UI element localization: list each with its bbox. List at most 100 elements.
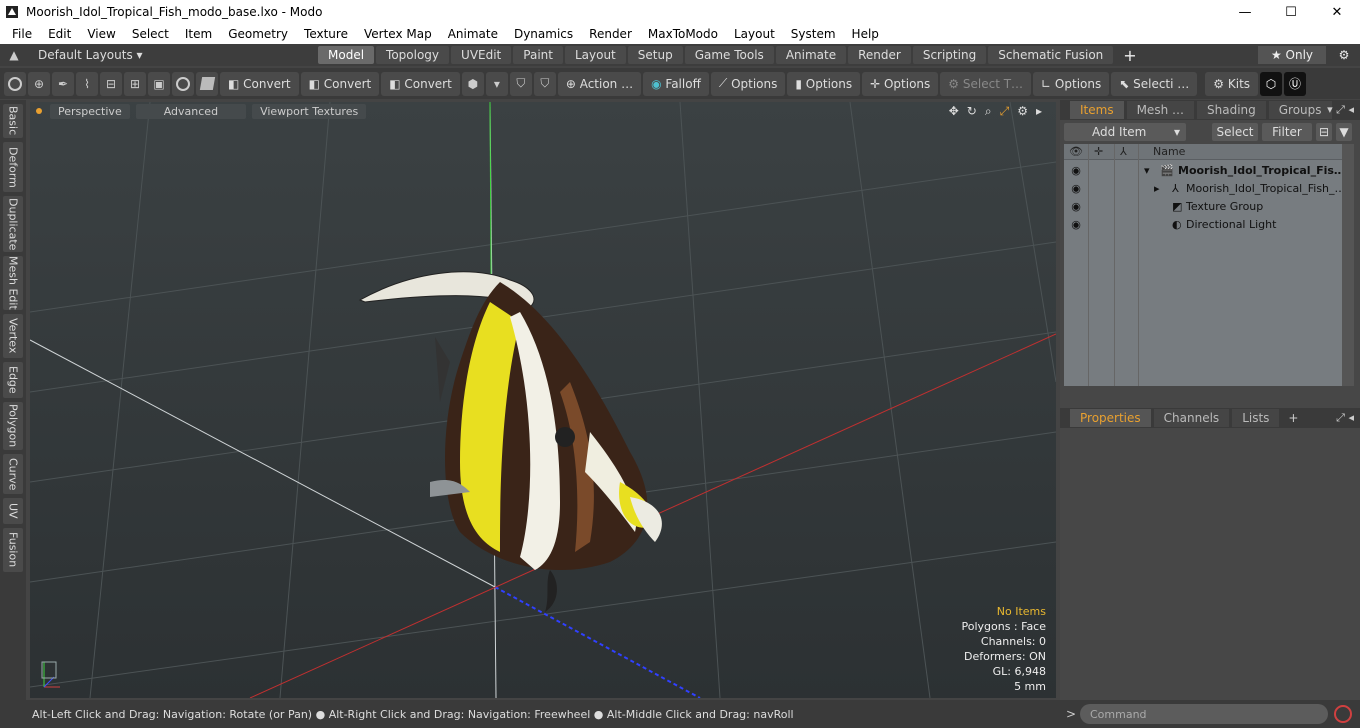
tab-paint[interactable]: Paint: [513, 46, 563, 64]
vtab-basic[interactable]: Basic: [3, 104, 23, 138]
maximize-button[interactable]: ☐: [1268, 0, 1314, 24]
item-mode-button[interactable]: [172, 71, 194, 96]
falloff-button[interactable]: ◉ Falloff: [643, 71, 709, 96]
menu-edit[interactable]: Edit: [40, 24, 79, 44]
item-row-mesh[interactable]: ◉ ▸ ⅄ Moorish_Idol_Tropical_Fish_…: [1064, 179, 1345, 197]
advanced-tab[interactable]: Advanced: [135, 103, 247, 119]
tab-lists[interactable]: Lists: [1232, 409, 1280, 427]
tab-schematic-fusion[interactable]: Schematic Fusion: [988, 46, 1114, 64]
arrow-right-icon[interactable]: ▸: [1036, 104, 1042, 119]
vtab-uv[interactable]: UV: [3, 498, 23, 524]
menu-geometry[interactable]: Geometry: [220, 24, 296, 44]
tab-model[interactable]: Model: [318, 46, 375, 64]
vtab-curve[interactable]: Curve: [3, 454, 23, 494]
material-mode-button[interactable]: ▣: [148, 71, 170, 96]
eye-icon[interactable]: ◉: [1069, 200, 1083, 213]
perspective-tab[interactable]: Perspective: [50, 103, 130, 119]
options-button-4[interactable]: ∟ Options: [1033, 71, 1110, 96]
unreal-button[interactable]: Ⓤ: [1284, 71, 1307, 96]
tab-game-tools[interactable]: Game Tools: [684, 46, 774, 64]
tab-animate[interactable]: Animate: [775, 46, 847, 64]
globe-mode-button[interactable]: ⊕: [28, 71, 50, 96]
name-column-header[interactable]: Name: [1153, 145, 1185, 158]
box-tool-button[interactable]: ⬢: [461, 71, 484, 96]
fit-icon[interactable]: ⤢: [1000, 104, 1010, 119]
pan-icon[interactable]: ✥: [949, 104, 959, 119]
zoom-icon[interactable]: ⌕: [985, 104, 992, 119]
tab-channels[interactable]: Channels: [1153, 409, 1230, 427]
menu-select[interactable]: Select: [124, 24, 177, 44]
select-t-button[interactable]: ⚙ Select T…: [940, 71, 1032, 96]
tab-scripting[interactable]: Scripting: [912, 46, 987, 64]
tab-render[interactable]: Render: [848, 46, 911, 64]
close-button[interactable]: ✕: [1314, 0, 1360, 24]
unity-button[interactable]: ⬡: [1260, 71, 1283, 96]
tab-layout[interactable]: Layout: [564, 46, 626, 64]
viewport-menu-dot[interactable]: [36, 108, 42, 114]
collapse-list-icon[interactable]: ⊟: [1316, 123, 1332, 141]
tab-items[interactable]: Items: [1070, 101, 1124, 119]
vtab-deform[interactable]: Deform: [3, 142, 23, 192]
menu-system[interactable]: System: [783, 24, 844, 44]
tab-uvedit[interactable]: UVEdit: [451, 46, 512, 64]
menu-file[interactable]: File: [4, 24, 40, 44]
eye-icon[interactable]: ◉: [1069, 164, 1083, 177]
shield-button-1[interactable]: ⛉: [509, 71, 532, 96]
viewport-gear-icon[interactable]: ⚙: [1017, 104, 1028, 119]
vtab-duplicate[interactable]: Duplicate: [3, 196, 23, 252]
pen-tool-button[interactable]: ✒: [52, 71, 74, 96]
eye-icon[interactable]: ◉: [1069, 218, 1083, 231]
polygon-mode-button[interactable]: ⊞: [124, 71, 146, 96]
menu-dynamics[interactable]: Dynamics: [506, 24, 581, 44]
vtab-mesh-edit[interactable]: Mesh Edit: [3, 256, 23, 310]
viewport-textures-tab[interactable]: Viewport Textures: [252, 103, 367, 119]
convert-button-2[interactable]: ◧ Convert: [300, 71, 380, 96]
tab-mesh[interactable]: Mesh …: [1126, 101, 1194, 119]
3d-viewport[interactable]: Perspective Advanced Viewport Textures ✥…: [30, 102, 1056, 698]
expand-icon[interactable]: ▾: [1144, 164, 1150, 177]
dropdown-button[interactable]: ▾: [485, 71, 508, 96]
menu-layout[interactable]: Layout: [726, 24, 783, 44]
panel-options-icon[interactable]: ⤢ ◂: [1336, 411, 1354, 425]
gear-icon[interactable]: ⚙: [1334, 46, 1354, 64]
default-layouts-dropdown[interactable]: Default Layouts ▾: [28, 48, 318, 62]
filter-button[interactable]: Filter: [1262, 123, 1312, 141]
panel-options-icon[interactable]: ▾ ⤢ ◂: [1327, 103, 1354, 117]
vtab-edge[interactable]: Edge: [3, 362, 23, 398]
vtab-vertex[interactable]: Vertex: [3, 314, 23, 358]
command-input[interactable]: Command: [1080, 704, 1328, 724]
menu-texture[interactable]: Texture: [296, 24, 356, 44]
menu-render[interactable]: Render: [581, 24, 640, 44]
eye-icon[interactable]: ◉: [1069, 182, 1083, 195]
record-button[interactable]: [1334, 705, 1352, 723]
rotate-icon[interactable]: ↻: [967, 104, 977, 119]
options-button-3[interactable]: ✛ Options: [862, 71, 939, 96]
item-list-scrollbar[interactable]: [1342, 144, 1354, 386]
options-button-1[interactable]: ⟋ Options: [710, 71, 786, 96]
menu-help[interactable]: Help: [844, 24, 887, 44]
minimize-button[interactable]: —: [1222, 0, 1268, 24]
brush-tool-button[interactable]: ⌇: [76, 71, 98, 96]
tab-shading[interactable]: Shading: [1197, 101, 1266, 119]
vtab-polygon[interactable]: Polygon: [3, 402, 23, 450]
menu-animate[interactable]: Animate: [440, 24, 506, 44]
menu-view[interactable]: View: [79, 24, 123, 44]
only-toggle[interactable]: ★ Only: [1258, 46, 1326, 64]
shield-button-2[interactable]: ⛉: [533, 71, 556, 96]
expand-icon[interactable]: ▸: [1154, 182, 1160, 195]
tab-setup[interactable]: Setup: [627, 46, 683, 64]
menu-maxtomodo[interactable]: MaxToModo: [640, 24, 726, 44]
cube-mode-button[interactable]: [196, 71, 218, 96]
item-row-directional-light[interactable]: ◉ ◐ Directional Light: [1064, 215, 1342, 233]
edge-mode-button[interactable]: ⊟: [100, 71, 122, 96]
vertex-mode-button[interactable]: [4, 71, 26, 96]
tab-groups[interactable]: Groups: [1268, 101, 1332, 119]
menu-vertex-map[interactable]: Vertex Map: [356, 24, 440, 44]
item-row-texture-group[interactable]: ◉ ◩ Texture Group: [1064, 197, 1342, 215]
add-panel-tab-button[interactable]: +: [1282, 411, 1298, 425]
vtab-fusion[interactable]: Fusion: [3, 528, 23, 572]
funnel-icon[interactable]: ▼: [1336, 123, 1352, 141]
tab-topology[interactable]: Topology: [376, 46, 450, 64]
add-item-button[interactable]: Add Item ▾: [1064, 123, 1186, 141]
item-row-scene[interactable]: ◉ ▾ 🎬 Moorish_Idol_Tropical_Fis…: [1064, 161, 1345, 179]
